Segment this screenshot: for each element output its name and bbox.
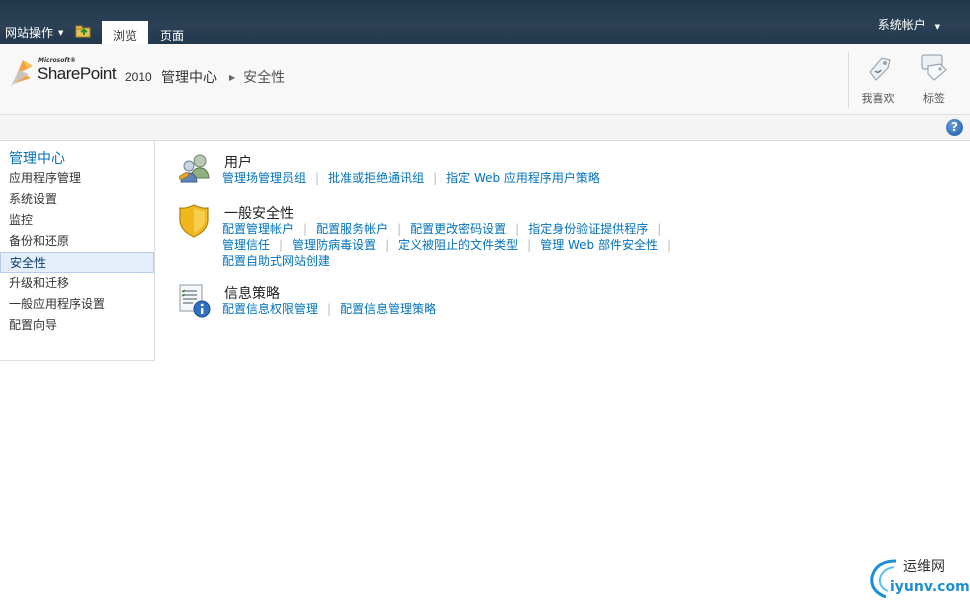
watermark-text-cn: 运维网 — [903, 559, 945, 575]
breadcrumb-arrow-icon: ▶ — [229, 72, 236, 82]
watermark: 运维网 iyunv.com — [866, 555, 970, 599]
link-manage-trust[interactable]: 管理信任 — [222, 238, 270, 252]
help-icon[interactable]: ? — [946, 119, 963, 136]
link-separator: | — [315, 171, 320, 185]
security-links-row-2: 管理信任 | 管理防病毒设置 | 定义被阻止的文件类型 | 管理 Web 部件安全性 | — [222, 236, 680, 253]
link-blocked-file-types[interactable]: 定义被阻止的文件类型 — [398, 238, 518, 252]
users-links: 管理场管理员组 | 批准或拒绝通讯组 | 指定 Web 应用程序用户策略 — [222, 169, 600, 186]
link-authentication-providers[interactable]: 指定身份验证提供程序 — [528, 222, 648, 236]
link-antivirus-settings[interactable]: 管理防病毒设置 — [292, 238, 376, 252]
nav-item-backup-restore[interactable]: 备份和还原 — [0, 231, 154, 252]
link-separator: | — [666, 238, 672, 252]
title-area: Microsoft® SharePoint 2010 管理中心 ▶ 安全性 我喜… — [0, 44, 970, 115]
quick-launch-heading[interactable]: 管理中心 — [9, 148, 65, 168]
i-like-it-button[interactable]: 我喜欢 — [850, 50, 906, 108]
tab-browse-label: 浏览 — [113, 29, 138, 43]
link-configure-managed-accounts[interactable]: 配置管理帐户 — [222, 222, 294, 236]
nav-item-security[interactable]: 安全性 — [0, 252, 154, 273]
tags-notes-button[interactable]: 标签 — [906, 50, 962, 108]
nav-item-general-settings[interactable]: 一般应用程序设置 — [0, 294, 154, 315]
breadcrumb-root[interactable]: 管理中心 — [161, 67, 217, 87]
product-name: SharePoint — [37, 64, 117, 83]
info-policy-icon — [179, 284, 211, 318]
product-year: 2010 — [125, 70, 152, 84]
link-web-app-user-policy[interactable]: 指定 Web 应用程序用户策略 — [446, 171, 600, 185]
link-manage-farm-administrators[interactable]: 管理场管理员组 — [222, 171, 306, 185]
microsoft-wordmark: Microsoft® — [38, 57, 76, 64]
sharepoint-logo[interactable]: Microsoft® SharePoint 2010 — [9, 54, 154, 104]
link-information-management-policy[interactable]: 配置信息管理策略 — [340, 302, 436, 316]
site-actions-menu[interactable]: 网站操作 ▼ — [5, 24, 63, 41]
link-separator: | — [433, 171, 438, 185]
navigate-up-icon[interactable] — [75, 24, 93, 38]
breadcrumb: 管理中心 ▶ 安全性 — [161, 67, 285, 87]
tab-page[interactable]: 页面 — [150, 22, 194, 45]
nav-item-system-settings[interactable]: 系统设置 — [0, 189, 154, 210]
link-information-rights-management[interactable]: 配置信息权限管理 — [222, 302, 318, 316]
tags-notes-icon — [921, 54, 947, 81]
watermark-text-url: iyunv.com — [890, 579, 970, 595]
social-divider — [848, 52, 849, 108]
like-tag-icon — [869, 57, 891, 81]
link-separator: | — [397, 222, 402, 236]
quick-launch: 管理中心 应用程序管理 系统设置 监控 备份和还原 安全性 升级和迁移 一般应用… — [0, 141, 155, 361]
link-separator: | — [279, 238, 284, 252]
link-separator: | — [327, 302, 332, 316]
user-menu[interactable]: 系统帐户 ▼ — [878, 16, 940, 33]
nav-item-application-management[interactable]: 应用程序管理 — [0, 168, 154, 189]
link-separator: | — [385, 238, 390, 252]
nav-item-configuration-wizards[interactable]: 配置向导 — [0, 315, 154, 336]
link-separator: | — [303, 222, 308, 236]
link-separator: | — [657, 222, 662, 236]
users-icon — [179, 154, 210, 183]
ribbon-bar: 网站操作 ▼ 浏览 页面 系统帐户 ▼ — [0, 0, 970, 45]
link-separator: | — [515, 222, 520, 236]
link-web-part-security[interactable]: 管理 Web 部件安全性 — [540, 238, 658, 252]
link-password-change-settings[interactable]: 配置更改密码设置 — [410, 222, 506, 236]
tags-label: 标签 — [923, 92, 945, 105]
policy-links: 配置信息权限管理 | 配置信息管理策略 — [222, 300, 436, 317]
link-separator: | — [527, 238, 532, 252]
nav-item-monitoring[interactable]: 监控 — [0, 210, 154, 231]
user-name: 系统帐户 — [877, 18, 926, 32]
status-strip: ? — [0, 115, 970, 141]
nav-item-upgrade-migration[interactable]: 升级和迁移 — [0, 273, 154, 294]
link-self-service-site-creation[interactable]: 配置自助式网站创建 — [222, 254, 330, 268]
site-actions-label: 网站操作 — [5, 26, 54, 40]
tab-browse[interactable]: 浏览 — [102, 21, 149, 45]
link-configure-service-accounts[interactable]: 配置服务帐户 — [316, 222, 388, 236]
page-title: 安全性 — [243, 70, 286, 86]
chevron-down-icon: ▼ — [58, 28, 64, 37]
security-links-row-1: 配置管理帐户 | 配置服务帐户 | 配置更改密码设置 | 指定身份验证提供程序 | — [222, 220, 670, 237]
security-links-row-3: 配置自助式网站创建 — [222, 252, 330, 269]
link-approve-reject-distribution-groups[interactable]: 批准或拒绝通讯组 — [328, 171, 424, 185]
sharepoint-logo-icon — [11, 60, 33, 86]
shield-icon — [179, 204, 209, 238]
tab-page-label: 页面 — [160, 29, 185, 43]
like-label: 我喜欢 — [861, 92, 895, 105]
chevron-down-icon: ▼ — [934, 23, 940, 31]
